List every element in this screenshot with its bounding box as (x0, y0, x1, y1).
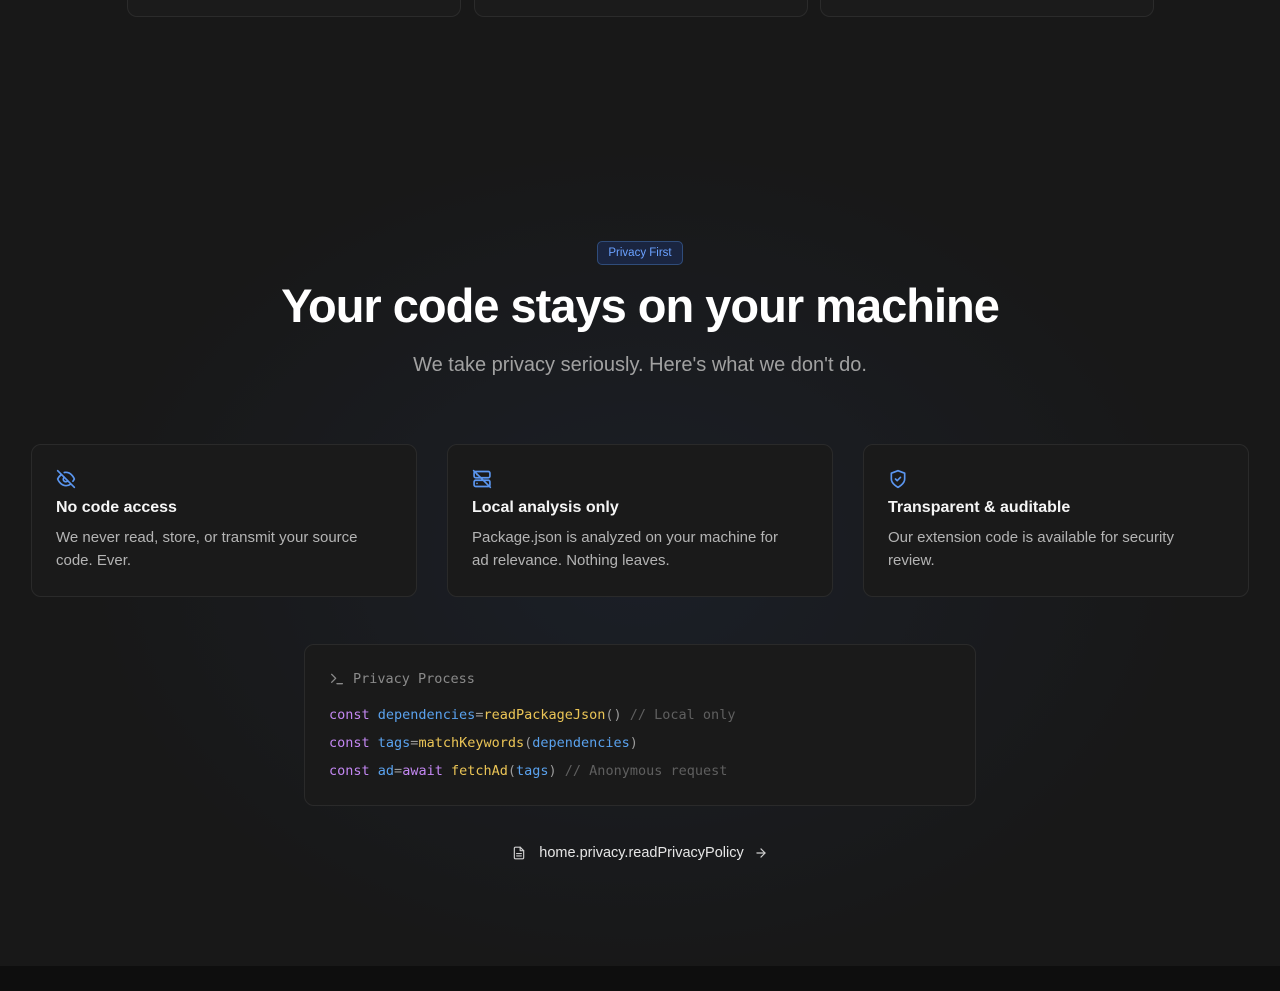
code-token: fetchAd (450, 763, 508, 779)
arrow-right-icon (756, 848, 766, 858)
feature-card-local-analysis: Local analysis only Package.json is anal… (447, 444, 833, 597)
code-token: tags (377, 735, 411, 751)
eye-off-icon (56, 469, 76, 489)
privacy-badge: Privacy First (597, 241, 683, 265)
section-title: Your code stays on your machine (281, 279, 1000, 332)
code-token: await (402, 763, 443, 779)
code-token: ) (629, 735, 638, 751)
feature-description: We never read, store, or transmit your s… (56, 529, 358, 569)
terminal-icon (331, 673, 343, 685)
feature-card-no-code-access: No code access We never read, store, or … (31, 444, 417, 597)
feature-title: Local analysis only (472, 499, 619, 516)
code-line: const ad=await fetchAd(tags) // Anonymou… (329, 757, 951, 785)
code-line: const dependencies=readPackageJson() // … (329, 701, 951, 729)
shield-check-icon (890, 469, 906, 489)
code-lines: const dependencies=readPackageJson() // … (329, 701, 951, 785)
code-token: tags (516, 763, 549, 779)
code-panel-title: Privacy Process (353, 671, 475, 687)
privacy-section: Privacy First Your code stays on your ma… (0, 0, 1280, 991)
code-token: = (394, 763, 403, 779)
code-token: // Local only (621, 707, 736, 723)
code-token: ad (377, 763, 395, 779)
feature-description: Package.json is analyzed on your machine… (472, 529, 779, 569)
code-token: const (329, 763, 370, 779)
server-off-icon (472, 469, 492, 489)
code-token: ( (507, 763, 517, 779)
code-token: dependencies (377, 707, 476, 723)
feature-title: No code access (56, 499, 177, 516)
privacy-process-code-panel: Privacy Process const dependencies=readP… (304, 644, 976, 806)
code-token: // Anonymous request (556, 763, 728, 779)
footer-bar (0, 966, 1280, 991)
code-panel-header: Privacy Process (329, 669, 951, 689)
previous-card (474, 0, 808, 17)
code-token: const (329, 707, 370, 723)
feature-description: Our extension code is available for secu… (888, 529, 1174, 569)
code-token: matchKeywords (418, 735, 525, 751)
code-line: const tags=matchKeywords(dependencies) (329, 729, 951, 757)
privacy-link-label: home.privacy.readPrivacyPolicy (539, 845, 744, 861)
previous-section-cards (0, 0, 1280, 17)
feature-title: Transparent & auditable (888, 499, 1071, 516)
read-privacy-policy-link[interactable]: home.privacy.readPrivacyPolicy (0, 842, 1280, 864)
code-token: dependencies (532, 735, 630, 751)
previous-card (820, 0, 1154, 17)
code-token: const (329, 735, 370, 751)
previous-card (127, 0, 461, 17)
code-token: () (605, 707, 622, 723)
code-token: ) (548, 763, 557, 779)
section-subtitle: We take privacy seriously. Here's what w… (413, 354, 867, 376)
feature-card-transparent: Transparent & auditable Our extension co… (863, 444, 1249, 597)
code-token: readPackageJson (483, 707, 606, 723)
document-icon (514, 846, 525, 860)
